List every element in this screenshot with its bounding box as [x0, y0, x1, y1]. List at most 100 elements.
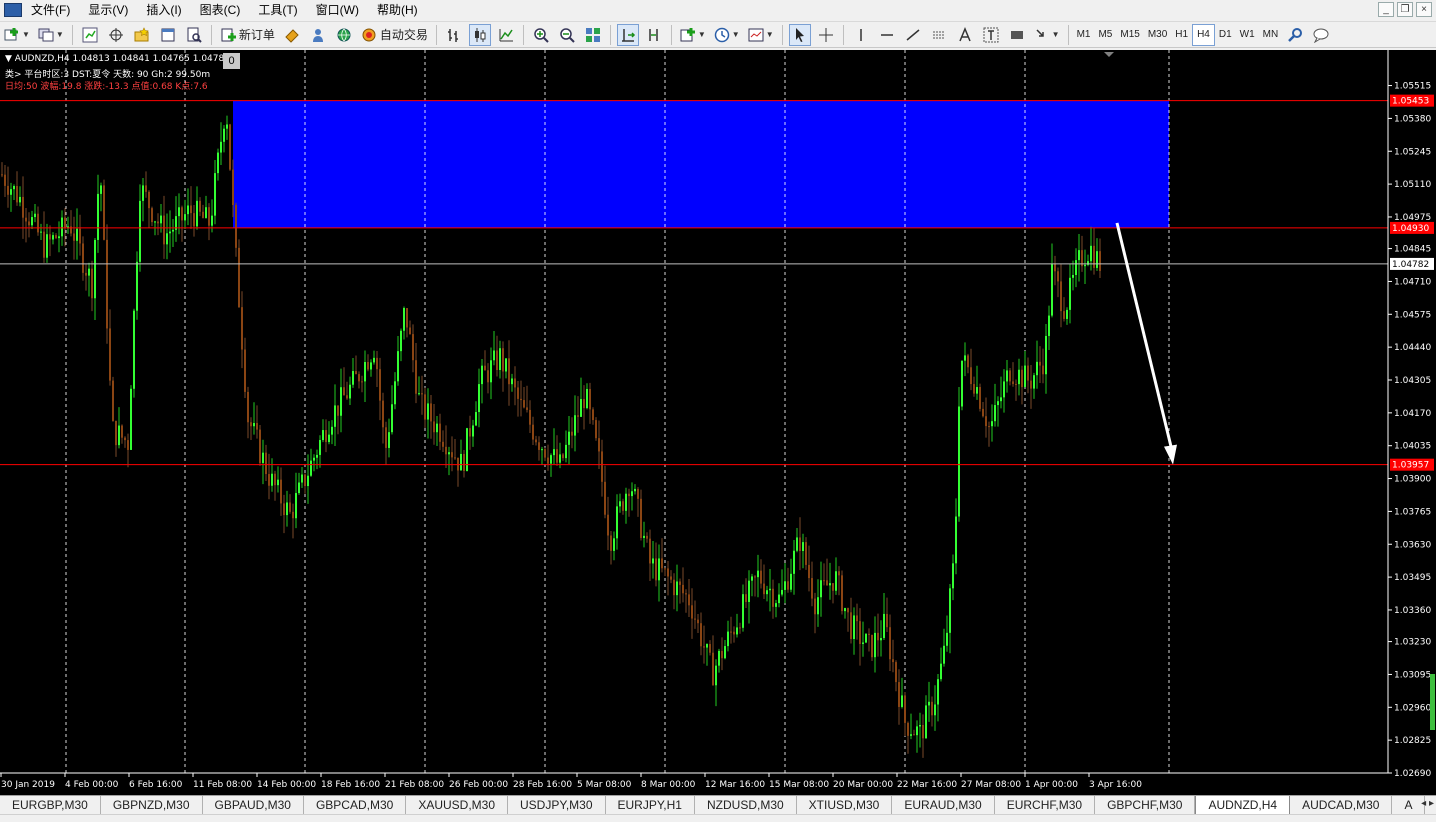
zoom-in-button[interactable] [530, 24, 552, 46]
new-order-button[interactable]: 新订单 [218, 24, 277, 46]
timeframe-h4[interactable]: H4 [1192, 23, 1215, 46]
time-tick-label: 20 Mar 00:00 [833, 780, 893, 790]
candle-body [526, 407, 528, 410]
candle-body [712, 652, 714, 686]
templates-button[interactable]: ▼ [746, 24, 776, 46]
auto-trading-button[interactable]: 自动交易 [359, 24, 430, 46]
chart-shift-button[interactable] [643, 24, 665, 46]
timeframe-m30[interactable]: M30 [1144, 24, 1171, 46]
restore-button[interactable]: ❐ [1397, 2, 1413, 17]
chart-tab[interactable]: GBPCAD,M30 [304, 796, 407, 814]
timeframe-mn[interactable]: MN [1259, 24, 1283, 46]
grid-icon [585, 27, 600, 42]
chart-tab[interactable]: GBPNZD,M30 [101, 796, 203, 814]
text-tool-button[interactable] [954, 24, 976, 46]
search-button[interactable] [1284, 24, 1306, 46]
timeframe-m1[interactable]: M1 [1073, 24, 1095, 46]
candle-body [403, 308, 405, 331]
tile-windows-button[interactable] [582, 24, 604, 46]
indicators-button[interactable]: ▼ [678, 24, 708, 46]
timeframe-m5[interactable]: M5 [1094, 24, 1116, 46]
timeframe-d1[interactable]: D1 [1215, 24, 1236, 46]
candle-body [64, 217, 66, 229]
minimize-button[interactable]: _ [1378, 2, 1394, 17]
chart-tab[interactable]: EURAUD,M30 [892, 796, 995, 814]
metaeditor-button[interactable] [281, 24, 303, 46]
market-button[interactable] [333, 24, 355, 46]
candle-body [130, 388, 132, 450]
timeframe-m15[interactable]: M15 [1116, 24, 1143, 46]
zoom-out-button[interactable] [556, 24, 578, 46]
candle-body [715, 665, 717, 686]
chart-tab[interactable]: AUDCAD,M30 [1290, 796, 1393, 814]
candle-body [520, 398, 522, 401]
candle-body [901, 695, 903, 707]
price-tick-label: 1.03360 [1394, 606, 1431, 616]
menu-file[interactable]: 文件(F) [22, 0, 79, 20]
candle-body [391, 404, 393, 433]
candle-body [277, 479, 279, 486]
line-chart-button[interactable] [495, 24, 517, 46]
candle-body [1099, 251, 1101, 271]
menu-view[interactable]: 显示(V) [79, 0, 137, 20]
candle-body [607, 514, 609, 536]
navigator-button[interactable] [105, 24, 127, 46]
chart-tab[interactable]: XTIUSD,M30 [797, 796, 893, 814]
channel-button[interactable] [928, 24, 950, 46]
timeframe-w1[interactable]: W1 [1236, 24, 1259, 46]
chat-button[interactable] [1310, 24, 1332, 46]
market-watch-button[interactable] [79, 24, 101, 46]
auto-scroll-button[interactable] [616, 23, 639, 46]
market-watch-icon [82, 27, 98, 42]
crosshair-tool-button[interactable] [815, 24, 837, 46]
level-price-label: 1.04782 [1392, 260, 1429, 270]
chart-tab[interactable]: GBPCHF,M30 [1095, 796, 1196, 814]
chart-tab[interactable]: EURCHF,M30 [995, 796, 1096, 814]
cursor-tool-button[interactable] [788, 23, 811, 46]
candle-body [583, 399, 585, 409]
shapes-button[interactable] [1006, 24, 1028, 46]
chart-tab[interactable]: EURJPY,H1 [606, 796, 695, 814]
menu-insert[interactable]: 插入(I) [137, 0, 190, 20]
new-chart-button[interactable]: ▼ [2, 24, 32, 46]
text-label-button[interactable] [980, 24, 1002, 46]
profiles-button[interactable]: ▼ [36, 24, 66, 46]
trendline-button[interactable] [902, 24, 924, 46]
chart-menu-arrow-icon[interactable]: ▼ [5, 54, 15, 64]
bar-chart-button[interactable] [443, 24, 465, 46]
chart-canvas[interactable]: 1.05515 1.05380 1.05245 1.05110 1.04975 1.048… [0, 50, 1436, 795]
chart-tab[interactable]: USDJPY,M30 [508, 796, 606, 814]
horizontal-line-button[interactable] [876, 24, 898, 46]
close-button[interactable]: × [1416, 2, 1432, 17]
chart-tab[interactable]: EURGBP,M30 [0, 796, 101, 814]
menu-charts[interactable]: 图表(C) [191, 0, 250, 20]
menu-tools[interactable]: 工具(T) [249, 0, 306, 20]
price-tick-label: 1.04035 [1394, 442, 1431, 452]
strategy-tester-button[interactable] [183, 24, 205, 46]
candle-body [640, 498, 642, 538]
periods-button[interactable]: ▼ [712, 24, 742, 46]
candlestick-button[interactable] [468, 23, 491, 46]
candle-body [874, 632, 876, 658]
terminal-button[interactable] [157, 24, 179, 46]
favorites-button[interactable] [131, 24, 153, 46]
candle-body [103, 185, 105, 240]
one-click-badge[interactable]: 0 [223, 53, 240, 69]
vertical-line-button[interactable] [850, 24, 872, 46]
candle-body [448, 452, 450, 455]
timeframe-h1[interactable]: H1 [1171, 24, 1192, 46]
candle-body [637, 488, 639, 499]
arrows-button[interactable]: ▼ [1032, 24, 1062, 46]
time-tick-label: 6 Feb 16:00 [129, 780, 183, 790]
signals-button[interactable] [307, 24, 329, 46]
candle-body [883, 613, 885, 639]
chart-tab[interactable]: GBPAUD,M30 [203, 796, 304, 814]
chart-tab[interactable]: NZDUSD,M30 [695, 796, 797, 814]
chart-tab[interactable]: XAUUSD,M30 [406, 796, 509, 814]
tab-scroll-arrows[interactable]: ◂ ▸ [1421, 798, 1434, 809]
menu-help[interactable]: 帮助(H) [368, 0, 427, 20]
candle-body [577, 415, 579, 417]
chart-tab[interactable]: AUDNZD,H4 [1195, 796, 1291, 814]
menu-window[interactable]: 窗口(W) [307, 0, 368, 20]
price-chart[interactable]: 1.05515 1.05380 1.05245 1.05110 1.04975 1.048… [0, 50, 1436, 795]
